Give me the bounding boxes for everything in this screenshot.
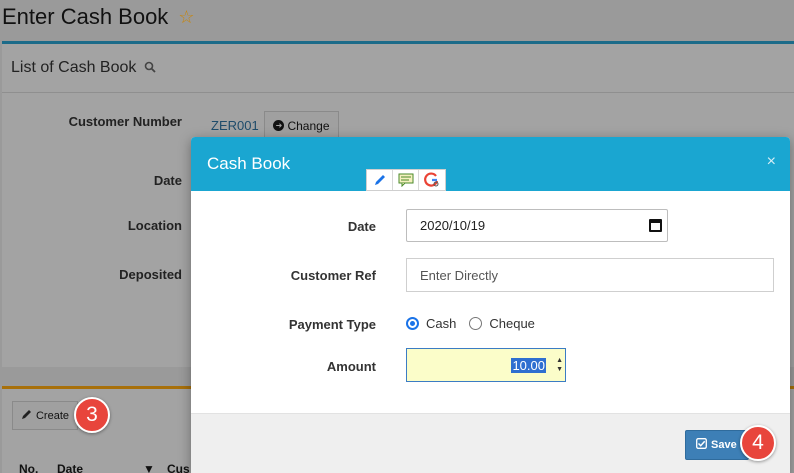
close-icon[interactable]: × (767, 153, 776, 171)
change-button-label: Change (287, 118, 330, 133)
calendar-icon[interactable] (649, 219, 662, 232)
field-toolbar (366, 169, 446, 191)
stepper-up-icon[interactable]: ▲ (556, 356, 563, 365)
star-outline-icon[interactable]: ☆ (178, 7, 194, 28)
payment-option-cheque[interactable]: Cheque (469, 316, 535, 331)
payment-type-group: Cash Cheque (406, 316, 548, 331)
comment-icon[interactable] (393, 170, 419, 190)
date-label: Date (153, 173, 182, 188)
radio-cash[interactable] (406, 317, 419, 330)
arrow-right-circle-icon: ➜ (273, 120, 285, 131)
column-header-no[interactable]: No. (19, 462, 38, 473)
check-square-icon (696, 438, 707, 452)
page-title-text: Enter Cash Book (2, 4, 169, 29)
google-search-icon[interactable] (419, 170, 445, 190)
date-input[interactable]: 2020/10/19 (406, 209, 668, 242)
create-button-label: Create (35, 409, 70, 422)
customer-ref-placeholder: Enter Directly (420, 267, 499, 283)
page-title: Enter Cash Book ☆ (0, 0, 194, 34)
payment-option-cheque-label: Cheque (489, 316, 535, 331)
column-header-customer[interactable]: Cus (167, 462, 190, 473)
sort-desc-icon[interactable]: ▼ (143, 462, 155, 473)
modal-footer: Save (191, 413, 790, 473)
radio-cheque[interactable] (469, 317, 483, 330)
step-badge-4: 4 (740, 425, 776, 461)
pencil-icon (21, 409, 32, 423)
modal-title: Cash Book (207, 154, 291, 173)
list-panel-title: List of Cash Book (11, 59, 137, 76)
cash-book-modal: Cash Book × Date 2020/10/19 Customer Ref… (191, 137, 790, 473)
payment-type-label: Payment Type (288, 317, 376, 332)
payment-option-cash[interactable]: Cash (406, 316, 456, 331)
create-button[interactable]: Create (12, 401, 78, 430)
amount-label: Amount (326, 359, 376, 374)
date-input-value: 2020/10/19 (420, 218, 486, 233)
modal-date-label: Date (347, 219, 376, 234)
change-button[interactable]: ➜ Change (264, 111, 339, 140)
step-badge-3: 3 (74, 397, 110, 433)
deposited-label: Deposited (119, 267, 182, 282)
column-header-date[interactable]: Date (57, 462, 83, 473)
save-button-label: Save (711, 439, 737, 451)
customer-ref-label: Customer Ref (290, 268, 376, 283)
amount-value: 10.00 (511, 357, 546, 373)
stepper-down-icon[interactable]: ▼ (556, 365, 563, 374)
customer-number-value: ZER001 (211, 118, 259, 133)
payment-option-cash-label: Cash (426, 316, 457, 331)
list-panel-header: List of Cash Book (2, 44, 794, 93)
amount-stepper[interactable]: ▲ ▼ (556, 356, 563, 374)
customer-number-label: Customer Number (68, 114, 182, 129)
customer-ref-input[interactable]: Enter Directly (406, 258, 774, 292)
amount-input[interactable]: 10.00 ▲ ▼ (406, 348, 566, 382)
pencil-icon[interactable] (367, 170, 393, 190)
modal-header: Cash Book × (191, 137, 790, 191)
location-label: Location (127, 218, 182, 233)
search-icon[interactable] (144, 61, 157, 76)
